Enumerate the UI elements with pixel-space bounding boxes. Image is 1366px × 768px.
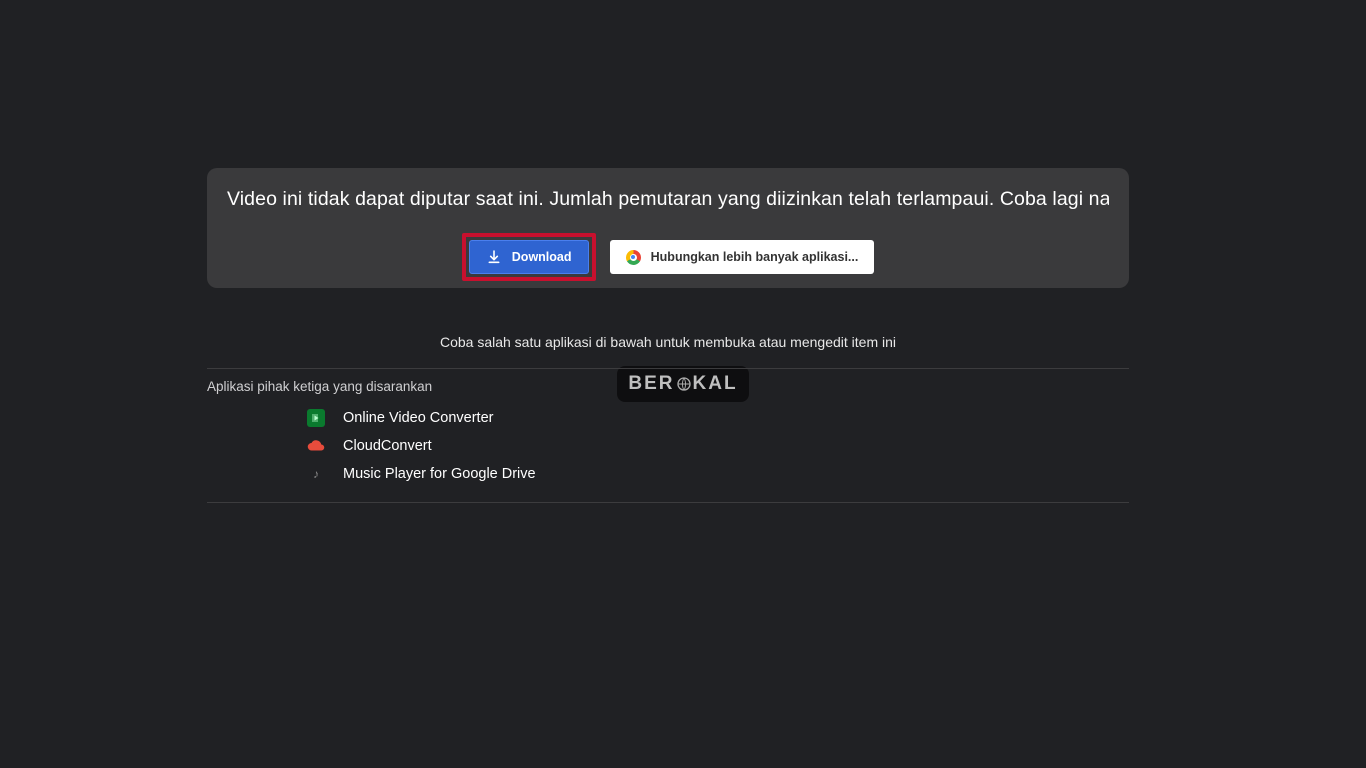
app-item-online-video-converter[interactable]: Online Video Converter	[307, 404, 1129, 432]
connect-apps-button[interactable]: Hubungkan lebih banyak aplikasi...	[610, 240, 875, 274]
video-converter-icon	[307, 409, 325, 427]
app-item-label: Music Player for Google Drive	[343, 466, 536, 482]
download-icon	[486, 249, 502, 265]
connect-apps-label: Hubungkan lebih banyak aplikasi...	[651, 250, 859, 264]
divider	[207, 502, 1129, 503]
suggested-apps-section: Aplikasi pihak ketiga yang disarankan On…	[207, 368, 1129, 503]
download-button[interactable]: Download	[469, 240, 589, 274]
section-title: Aplikasi pihak ketiga yang disarankan	[207, 379, 1129, 394]
download-button-label: Download	[512, 250, 572, 264]
error-message: Video ini tidak dapat diputar saat ini. …	[227, 188, 1109, 211]
viewport: Video ini tidak dapat diputar saat ini. …	[0, 0, 1366, 768]
music-player-icon: ♪	[307, 465, 325, 483]
highlight-frame: Download	[462, 233, 596, 281]
app-list: Online Video Converter CloudConvert ♪ Mu…	[307, 404, 1129, 488]
app-item-music-player[interactable]: ♪ Music Player for Google Drive	[307, 460, 1129, 488]
app-item-label: Online Video Converter	[343, 410, 493, 426]
error-card: Video ini tidak dapat diputar saat ini. …	[207, 168, 1129, 288]
cloudconvert-icon	[307, 437, 325, 455]
app-item-cloudconvert[interactable]: CloudConvert	[307, 432, 1129, 460]
suggestion-hint: Coba salah satu aplikasi di bawah untuk …	[207, 334, 1129, 350]
button-row: Download Hubungkan lebih banyak aplikasi…	[227, 233, 1109, 281]
divider	[207, 368, 1129, 369]
app-item-label: CloudConvert	[343, 438, 432, 454]
chrome-icon	[626, 250, 641, 265]
